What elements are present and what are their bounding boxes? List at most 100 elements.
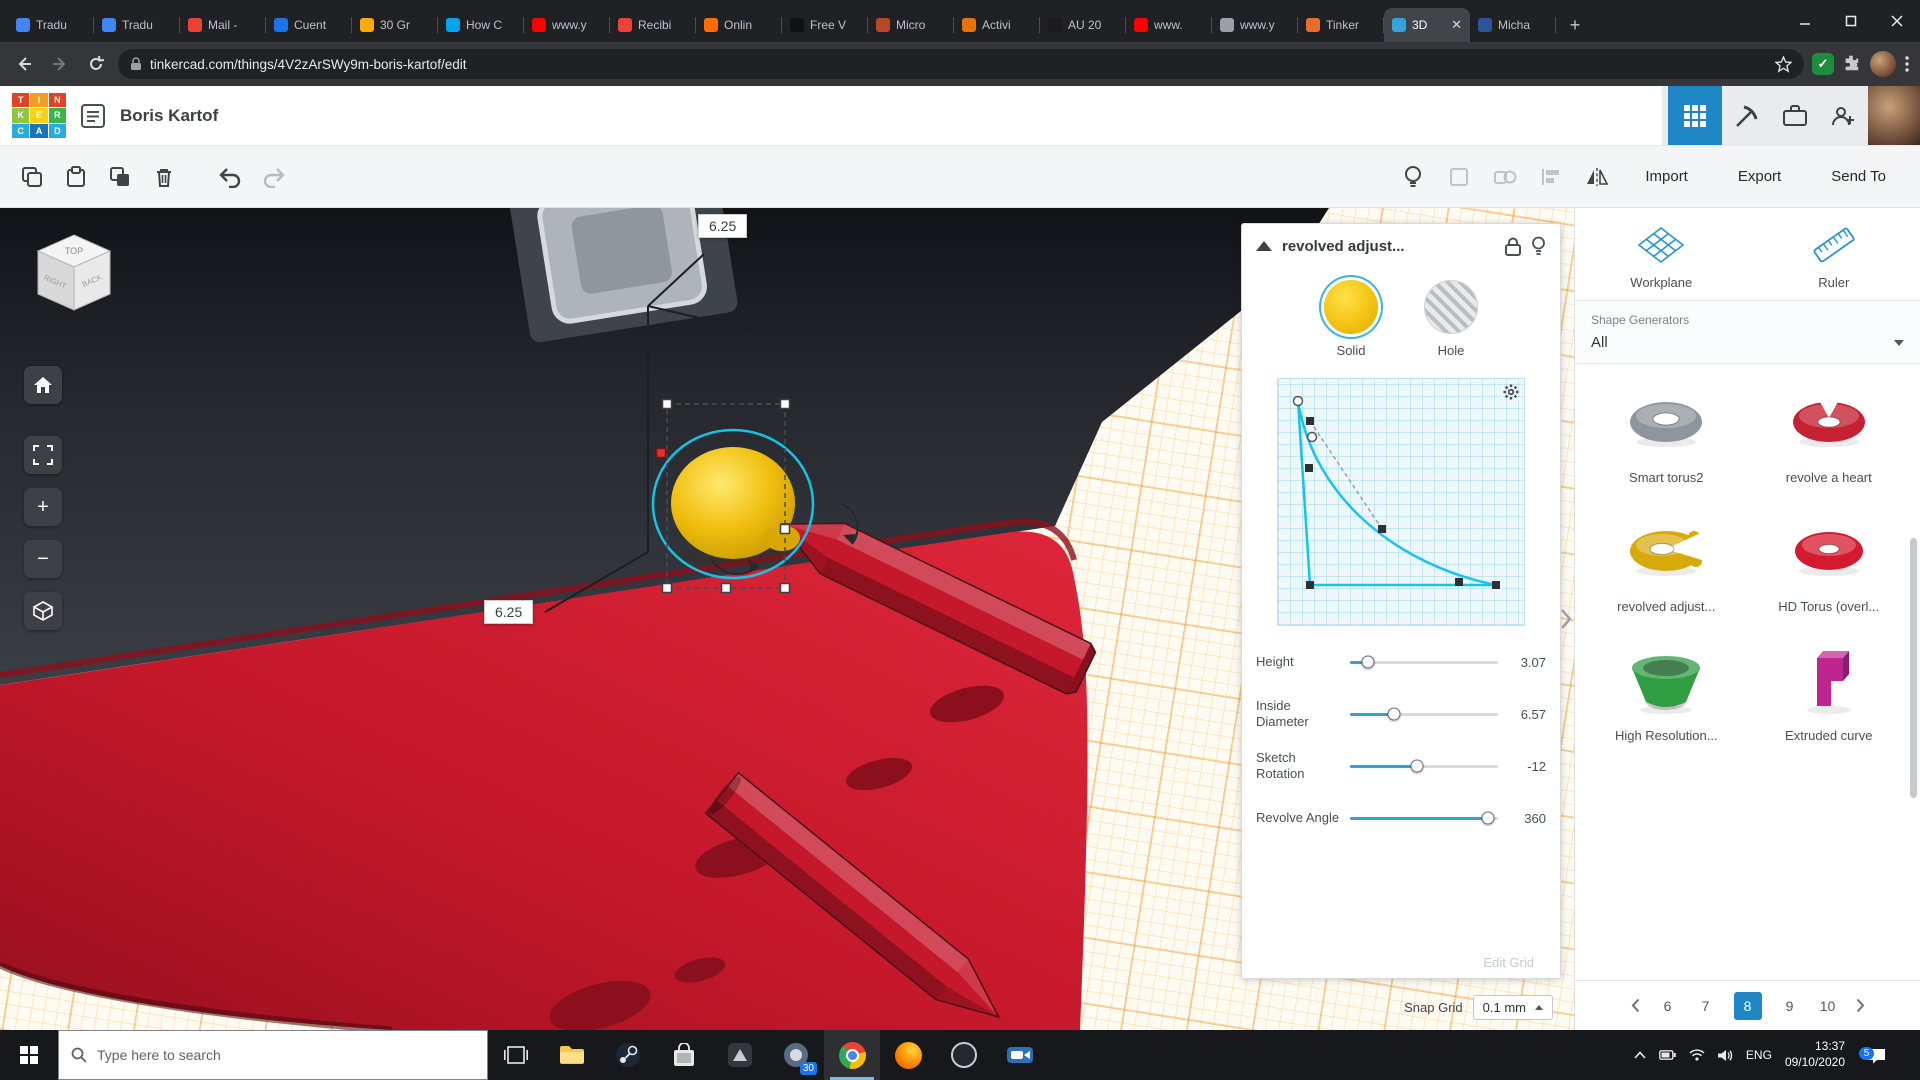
action-center-button[interactable]: 5: [1858, 1047, 1894, 1064]
gear-icon[interactable]: [1503, 384, 1519, 400]
page-number[interactable]: 7: [1696, 998, 1716, 1014]
slider-knob[interactable]: [1481, 812, 1494, 825]
page-number[interactable]: 6: [1658, 998, 1678, 1014]
shape-item[interactable]: High Resolution...: [1585, 642, 1748, 743]
snap-grid-dropdown[interactable]: 0.1 mm: [1473, 995, 1553, 1020]
browser-tab[interactable]: Mail -: [180, 8, 266, 42]
slider-value[interactable]: 6.57: [1508, 707, 1546, 722]
steam-button[interactable]: [600, 1030, 656, 1080]
blocks-view-button[interactable]: [1668, 86, 1722, 145]
design-title[interactable]: Boris Kartof: [120, 106, 218, 126]
solid-swatch-icon[interactable]: [1324, 280, 1378, 334]
browser-tab[interactable]: Tinker: [1298, 8, 1384, 42]
perspective-toggle-button[interactable]: [24, 592, 62, 630]
page-number-active[interactable]: 8: [1734, 992, 1762, 1020]
page-number[interactable]: 9: [1780, 998, 1800, 1014]
maximize-button[interactable]: [1828, 0, 1874, 42]
tinkercad-logo[interactable]: T I N K E R C A D: [12, 93, 66, 138]
camera-app-button[interactable]: [992, 1030, 1048, 1080]
slider-knob[interactable]: [1361, 656, 1374, 669]
brick-export-button[interactable]: [1772, 86, 1818, 145]
profile-curve-editor[interactable]: [1277, 378, 1525, 626]
revolve-angle-slider[interactable]: [1350, 817, 1498, 820]
shape-name-title[interactable]: revolved adjust...: [1282, 238, 1495, 255]
browser-profile-avatar[interactable]: [1870, 51, 1896, 77]
chrome-button-active[interactable]: [824, 1030, 880, 1080]
solid-option[interactable]: Solid: [1324, 280, 1378, 358]
browser-tab[interactable]: Cuent: [266, 8, 352, 42]
page-prev-icon[interactable]: [1631, 998, 1640, 1013]
browser-tab[interactable]: How C: [438, 8, 524, 42]
share-invite-button[interactable]: [1820, 86, 1866, 145]
extension-check-icon[interactable]: ✓: [1812, 53, 1834, 75]
forward-button[interactable]: [46, 50, 74, 78]
group-button[interactable]: [1439, 157, 1479, 197]
extensions-puzzle-icon[interactable]: [1842, 54, 1862, 74]
dimension-label-left[interactable]: 6.25: [484, 600, 533, 624]
ungroup-button[interactable]: [1485, 157, 1525, 197]
browser-tab[interactable]: www.y: [1212, 8, 1298, 42]
notes-button[interactable]: [1393, 157, 1433, 197]
hole-swatch-icon[interactable]: [1424, 280, 1478, 334]
browser-tab[interactable]: Tradu: [8, 8, 94, 42]
tab-close-icon[interactable]: ✕: [1451, 17, 1462, 33]
tray-expand-icon[interactable]: [1634, 1051, 1646, 1059]
panel-collapse-handle[interactable]: [1560, 608, 1572, 635]
battery-icon[interactable]: [1659, 1050, 1676, 1060]
page-next-icon[interactable]: [1856, 998, 1865, 1013]
browser-tab[interactable]: Activi: [954, 8, 1040, 42]
browser-tab[interactable]: AU 20: [1040, 8, 1126, 42]
home-view-button[interactable]: [24, 366, 62, 404]
url-bar[interactable]: tinkercad.com/things/4V2zArSWy9m-boris-k…: [118, 49, 1804, 79]
3d-viewport[interactable]: 6.25 6.25 TOP RIGHT BACK + −: [0, 208, 1574, 1030]
close-button[interactable]: [1874, 0, 1920, 42]
curve-canvas[interactable]: [1278, 379, 1526, 627]
back-button[interactable]: [10, 50, 38, 78]
lock-icon[interactable]: [1505, 237, 1521, 256]
view-cube[interactable]: TOP RIGHT BACK: [26, 228, 122, 329]
slider-value[interactable]: 360: [1508, 811, 1546, 826]
wifi-icon[interactable]: [1689, 1049, 1705, 1061]
shape-item[interactable]: HD Torus (overl...: [1748, 513, 1911, 614]
delete-button[interactable]: [144, 157, 184, 197]
firefox-button[interactable]: [880, 1030, 936, 1080]
generators-filter-dropdown[interactable]: All: [1591, 334, 1904, 351]
fit-view-button[interactable]: [24, 436, 62, 474]
browser-tab[interactable]: Tradu: [94, 8, 180, 42]
new-tab-button[interactable]: +: [1560, 10, 1590, 40]
browser-tab-active[interactable]: 3D ✕: [1384, 8, 1470, 42]
app-dark-button[interactable]: [712, 1030, 768, 1080]
shape-item[interactable]: Smart torus2: [1585, 384, 1748, 485]
store-button[interactable]: [656, 1030, 712, 1080]
browser-tab[interactable]: Recibi: [610, 8, 696, 42]
paste-button[interactable]: [56, 157, 96, 197]
page-number[interactable]: 10: [1818, 998, 1838, 1014]
app-with-count-button[interactable]: 30: [768, 1030, 824, 1080]
shape-item[interactable]: revolved adjust...: [1585, 513, 1748, 614]
undo-button[interactable]: [210, 157, 250, 197]
obs-button[interactable]: [936, 1030, 992, 1080]
ruler-tool[interactable]: Ruler: [1748, 224, 1920, 290]
slider-knob[interactable]: [1410, 760, 1423, 773]
copy-button[interactable]: [12, 157, 52, 197]
visibility-bulb-icon[interactable]: [1531, 236, 1546, 256]
slider-value[interactable]: 3.07: [1508, 655, 1546, 670]
search-input[interactable]: [97, 1047, 475, 1063]
mirror-button[interactable]: [1577, 157, 1617, 197]
collapse-panel-icon[interactable]: [1256, 241, 1272, 251]
browser-menu-kebab-icon[interactable]: [1904, 55, 1910, 73]
dimension-label-top[interactable]: 6.25: [698, 214, 747, 238]
height-slider[interactable]: [1350, 661, 1498, 664]
panel-scrollbar[interactable]: [1910, 538, 1917, 798]
minecraft-export-button[interactable]: [1724, 86, 1770, 145]
user-avatar[interactable]: [1868, 86, 1920, 145]
task-view-button[interactable]: [488, 1030, 544, 1080]
language-indicator[interactable]: ENG: [1746, 1048, 1772, 1062]
reload-button[interactable]: [82, 50, 110, 78]
slider-knob[interactable]: [1388, 708, 1401, 721]
workplane-tool[interactable]: Workplane: [1575, 224, 1748, 290]
browser-tab[interactable]: Onlin: [696, 8, 782, 42]
taskbar-clock[interactable]: 13:37 09/10/2020: [1785, 1039, 1845, 1070]
redo-button[interactable]: [254, 157, 294, 197]
browser-tab[interactable]: Free V: [782, 8, 868, 42]
